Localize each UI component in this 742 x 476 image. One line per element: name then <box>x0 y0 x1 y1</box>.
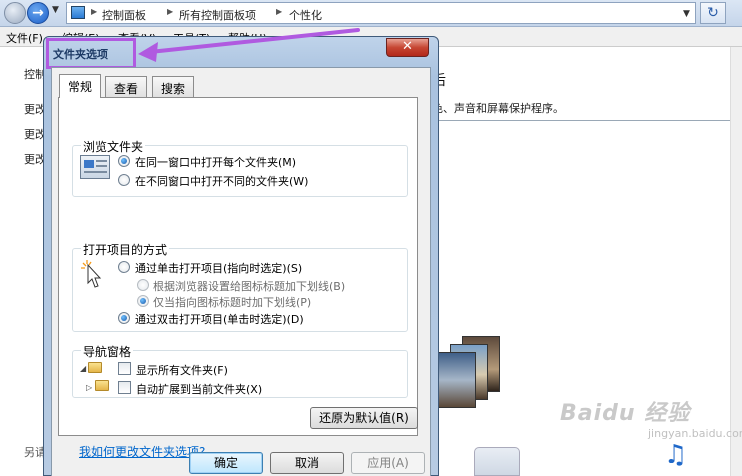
breadcrumb-separator-icon[interactable]: ▶ <box>276 7 282 16</box>
navigation-pane-group: 导航窗格 ◢ 显示所有文件夹(F) ▷ 自动扩展到当前文件夹(X) <box>72 343 408 398</box>
folder-icon <box>95 380 109 391</box>
option-label[interactable]: 通过单击打开项目(指向时选定)(S) <box>135 260 302 276</box>
tab-general[interactable]: 常规 <box>59 74 102 98</box>
option-label[interactable]: 在同一窗口中打开每个文件夹(M) <box>135 154 296 170</box>
breadcrumb-separator-icon[interactable]: ▶ <box>91 7 97 16</box>
baidu-watermark-url: jingyan.baidu.com <box>648 427 742 440</box>
checkbox-auto-expand[interactable] <box>118 381 131 394</box>
browse-folders-group: 浏览文件夹 在同一窗口中打开每个文件夹(M) 在不同窗口中打开不同的文件夹(W) <box>72 138 408 197</box>
refresh-button[interactable]: ↻ <box>700 2 726 24</box>
option-label[interactable]: 在不同窗口中打开不同的文件夹(W) <box>135 173 308 189</box>
option-label[interactable]: 通过双击打开项目(单击时选定)(D) <box>135 311 304 327</box>
apply-button: 应用(A) <box>351 452 425 474</box>
page-description: 色、声音和屏幕保护程序。 <box>432 102 564 115</box>
address-dropdown-icon[interactable]: ▼ <box>683 9 690 19</box>
breadcrumb-separator-icon[interactable]: ▶ <box>167 7 173 16</box>
restore-defaults-button[interactable]: 还原为默认值(R) <box>310 407 418 429</box>
option-label[interactable]: 显示所有文件夹(F) <box>136 362 228 378</box>
group-title: 打开项目的方式 <box>81 241 170 258</box>
group-title: 浏览文件夹 <box>81 138 146 155</box>
breadcrumb-control-panel[interactable]: 控制面板 <box>102 7 146 23</box>
annotation-highlight-box <box>46 38 136 69</box>
option-label: 仅当指向图标标题时加下划线(P) <box>153 296 312 309</box>
music-note-icon: ♫ <box>664 440 688 470</box>
help-link[interactable]: 我如何更改文件夹选项? <box>79 443 205 460</box>
group-title: 导航窗格 <box>81 343 134 360</box>
radio-underline-browser <box>137 279 149 291</box>
pointer-click-icon <box>79 259 103 291</box>
radio-single-click[interactable] <box>118 261 130 273</box>
menu-file[interactable]: 文件(F) <box>6 30 43 46</box>
forward-button[interactable]: → <box>27 2 49 24</box>
tree-collapsed-icon: ▷ <box>86 383 93 392</box>
tree-expanded-icon: ◢ <box>80 364 87 373</box>
ok-button[interactable]: 确定 <box>189 452 263 474</box>
recent-pages-dropdown-icon[interactable]: ▼ <box>52 5 59 15</box>
divider <box>432 120 742 121</box>
general-tab-panel: 浏览文件夹 在同一窗口中打开每个文件夹(M) 在不同窗口中打开不同的文件夹(W)… <box>58 97 418 459</box>
address-box[interactable]: ▶ 控制面板 ▶ 所有控制面板项 ▶ 个性化 ▼ <box>66 2 696 24</box>
radio-new-window[interactable] <box>118 174 130 186</box>
tab-search[interactable]: 搜索 <box>152 76 195 97</box>
click-items-group: 打开项目的方式 通过单击打开项目(指向时选定)(S) 根据浏览器设置给图标标题加… <box>72 241 408 332</box>
control-panel-icon <box>71 6 85 19</box>
close-button[interactable]: ✕ <box>386 38 429 57</box>
address-bar-strip: → ▼ ▶ 控制面板 ▶ 所有控制面板项 ▶ 个性化 ▼ ↻ <box>0 0 742 27</box>
radio-underline-hover <box>137 295 149 307</box>
tab-view[interactable]: 查看 <box>105 76 148 97</box>
back-button[interactable] <box>4 2 26 24</box>
theme-thumbnail-stack[interactable] <box>434 330 502 425</box>
vertical-scrollbar[interactable] <box>730 47 742 476</box>
breadcrumb-personalization[interactable]: 个性化 <box>289 7 322 23</box>
breadcrumb-all-items[interactable]: 所有控制面板项 <box>179 7 256 23</box>
folder-icon <box>88 362 102 373</box>
option-label: 根据浏览器设置给图标标题加下划线(B) <box>153 280 346 293</box>
dialog-body: 常规 查看 搜索 浏览文件夹 在同一窗口中打开每个文件夹(M) 在不同窗口中打开… <box>51 67 431 476</box>
radio-same-window[interactable] <box>118 155 130 167</box>
radio-double-click[interactable] <box>118 312 130 324</box>
window-folder-icon <box>80 155 110 179</box>
baidu-watermark: Baidu 经验 <box>560 401 691 426</box>
cancel-button[interactable]: 取消 <box>270 452 344 474</box>
option-label[interactable]: 自动扩展到当前文件夹(X) <box>136 381 262 397</box>
folder-options-dialog: 文件夹选项 ✕ 常规 查看 搜索 浏览文件夹 在同一窗口中打开每个文件夹(M) … <box>43 36 439 476</box>
theme-tile[interactable] <box>474 447 520 476</box>
checkbox-show-all-folders[interactable] <box>118 362 131 375</box>
